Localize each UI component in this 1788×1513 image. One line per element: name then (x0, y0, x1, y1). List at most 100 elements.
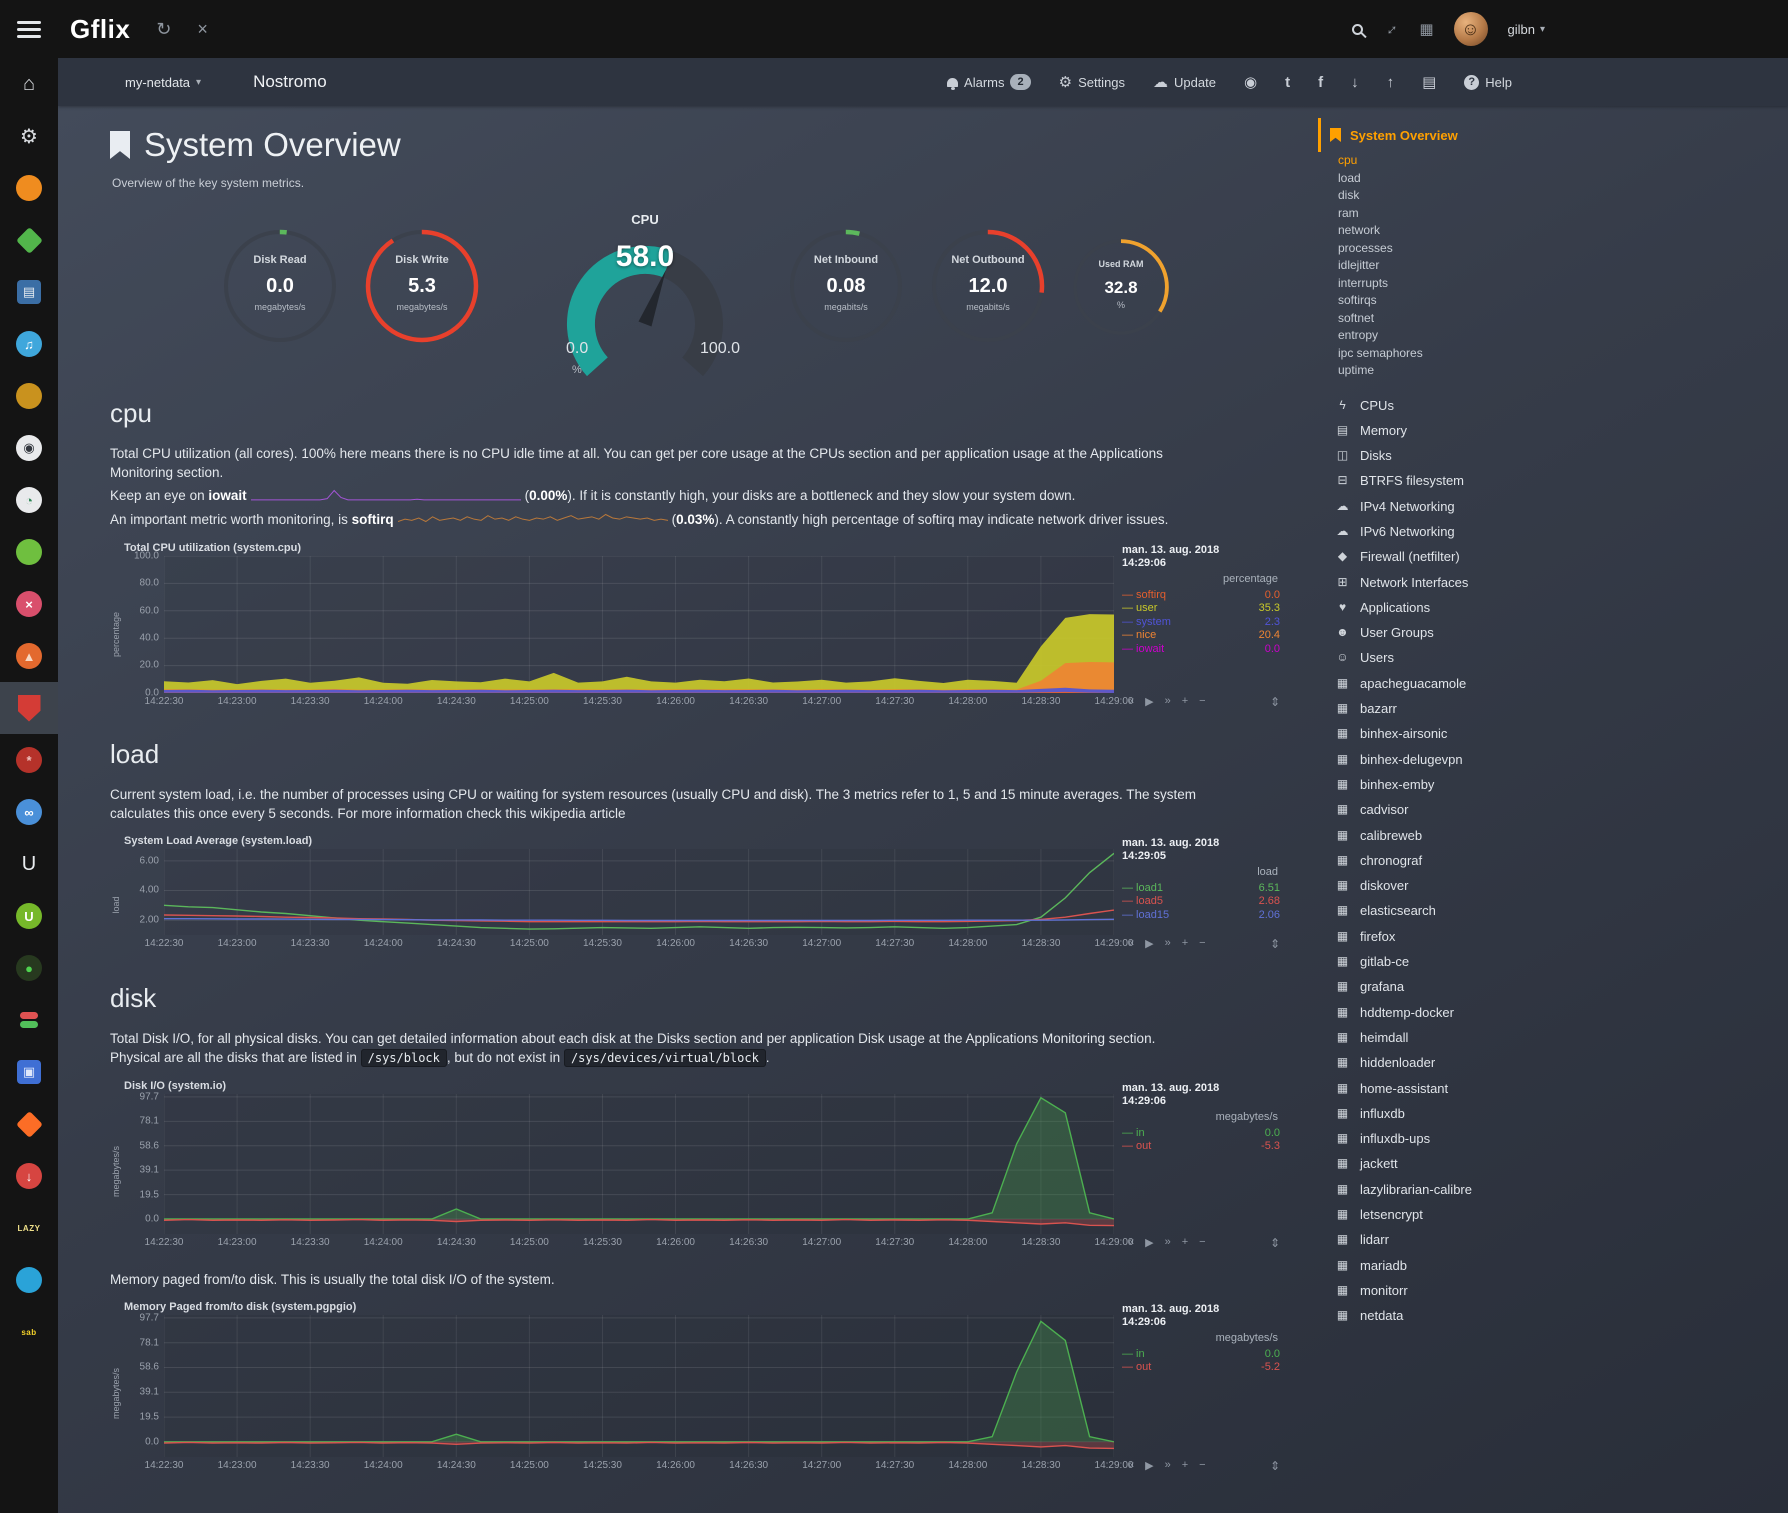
menu-app-gitlab-ce[interactable]: ▦gitlab-ce (1334, 949, 1788, 974)
menu-section-firewall-netfilter-[interactable]: ◆Firewall (netfilter) (1334, 544, 1788, 569)
disk-chart-plot[interactable]: 14:22:3014:23:0014:23:3014:24:0014:24:30… (164, 1094, 1114, 1250)
gauge-disk-write[interactable]: Disk Write5.3megabytes/s (362, 226, 482, 346)
app-pills-icon[interactable] (0, 994, 58, 1046)
twitter-button[interactable]: t (1285, 74, 1290, 91)
app-dark-green-icon[interactable]: ● (0, 942, 58, 994)
chart-resize-handle[interactable]: ⇕ (1270, 695, 1280, 709)
menu-app-influxdb-ups[interactable]: ▦influxdb-ups (1334, 1126, 1788, 1151)
zoom-out-icon[interactable]: − (1199, 695, 1205, 708)
menu-app-monitorr[interactable]: ▦monitorr (1334, 1278, 1788, 1303)
menu-app-elasticsearch[interactable]: ▦elasticsearch (1334, 898, 1788, 923)
zoom-in-icon[interactable]: + (1182, 695, 1188, 708)
app-lazylibrarian-icon[interactable]: LAZY (0, 1202, 58, 1254)
print-button[interactable]: ▤ (1422, 73, 1436, 91)
play-icon[interactable]: ▶ (1145, 1236, 1153, 1249)
play-icon[interactable]: ▶ (1145, 695, 1153, 708)
legend-iowait[interactable]: — iowait0.0 (1122, 643, 1280, 657)
legend-load5[interactable]: — load52.68 (1122, 895, 1280, 909)
refresh-icon[interactable]: ↻ (156, 19, 171, 40)
menu-app-grafana[interactable]: ▦grafana (1334, 974, 1788, 999)
load-chart-plot[interactable]: 14:22:3014:23:0014:23:3014:24:0014:24:30… (164, 849, 1114, 951)
legend-in[interactable]: — in0.0 (1122, 1348, 1280, 1362)
gauge-disk-read[interactable]: Disk Read0.0megabytes/s (220, 226, 340, 346)
export-button[interactable]: ↑ (1387, 74, 1395, 91)
menu-app-binhex-delugevpn[interactable]: ▦binhex-delugevpn (1334, 747, 1788, 772)
menu-app-lazylibrarian-calibre[interactable]: ▦lazylibrarian-calibre (1334, 1177, 1788, 1202)
app-drop-icon[interactable] (0, 1254, 58, 1306)
menu-app-cadvisor[interactable]: ▦cadvisor (1334, 797, 1788, 822)
menu-section-users[interactable]: ☺Users (1334, 645, 1788, 670)
pan-right-icon[interactable]: » (1165, 1236, 1171, 1249)
fullscreen-icon[interactable]: ↔ (1379, 17, 1403, 41)
alarms-button[interactable]: Alarms 2 (947, 74, 1031, 90)
menu-app-hddtemp-docker[interactable]: ▦hddtemp-docker (1334, 1000, 1788, 1025)
menu-app-influxdb[interactable]: ▦influxdb (1334, 1101, 1788, 1126)
menu-item-interrupts[interactable]: interrupts (1334, 275, 1788, 293)
menu-app-hiddenloader[interactable]: ▦hiddenloader (1334, 1050, 1788, 1075)
menu-item-load[interactable]: load (1334, 170, 1788, 188)
settings-button[interactable]: ⚙ Settings (1059, 73, 1125, 91)
zoom-in-icon[interactable]: + (1182, 937, 1188, 950)
menu-item-cpu[interactable]: cpu (1334, 152, 1788, 170)
menu-section-user-groups[interactable]: ☻User Groups (1334, 620, 1788, 645)
menu-app-heimdall[interactable]: ▦heimdall (1334, 1025, 1788, 1050)
pgpgio-chart-plot[interactable]: 14:22:3014:23:0014:23:3014:24:0014:24:30… (164, 1315, 1114, 1473)
menu-item-entropy[interactable]: entropy (1334, 327, 1788, 345)
server-dropdown[interactable]: my-netdata ▾ (125, 75, 201, 90)
apps-grid-icon[interactable]: ▦ (1419, 20, 1433, 38)
menu-item-ipc-semaphores[interactable]: ipc semaphores (1334, 345, 1788, 363)
menu-item-network[interactable]: network (1334, 222, 1788, 240)
pan-left-icon[interactable]: « (1128, 937, 1134, 950)
app-flower-app-icon[interactable]: * (0, 734, 58, 786)
gauge-cpu[interactable]: CPU58.00.0100.0% (540, 214, 750, 372)
menu-app-mariadb[interactable]: ▦mariadb (1334, 1253, 1788, 1278)
legend-user[interactable]: — user35.3 (1122, 602, 1280, 616)
menu-item-disk[interactable]: disk (1334, 187, 1788, 205)
user-menu[interactable]: gilbn ▾ (1508, 22, 1546, 37)
pan-left-icon[interactable]: « (1128, 1459, 1134, 1472)
facebook-button[interactable]: f (1318, 74, 1323, 91)
menu-app-binhex-airsonic[interactable]: ▦binhex-airsonic (1334, 721, 1788, 746)
play-icon[interactable]: ▶ (1145, 1459, 1153, 1472)
close-icon[interactable]: × (197, 19, 208, 40)
menu-item-softirqs[interactable]: softirqs (1334, 292, 1788, 310)
menu-item-idlejitter[interactable]: idlejitter (1334, 257, 1788, 275)
settings-gear-icon[interactable]: ⚙ (0, 110, 58, 162)
menu-section-network-interfaces[interactable]: ⊞Network Interfaces (1334, 570, 1788, 595)
legend-out[interactable]: — out-5.2 (1122, 1361, 1280, 1375)
menu-app-home-assistant[interactable]: ▦home-assistant (1334, 1076, 1788, 1101)
search-icon[interactable] (1352, 24, 1363, 35)
app-downloader-icon[interactable]: ↓ (0, 1150, 58, 1202)
menu-app-bazarr[interactable]: ▦bazarr (1334, 696, 1788, 721)
legend-nice[interactable]: — nice20.4 (1122, 629, 1280, 643)
app-gitlab-icon[interactable] (0, 1098, 58, 1150)
app-flame-app-icon[interactable]: ▲ (0, 630, 58, 682)
menu-section-memory[interactable]: ▤Memory (1334, 418, 1788, 443)
menu-section-disks[interactable]: ◫Disks (1334, 443, 1788, 468)
legend-in[interactable]: — in0.0 (1122, 1127, 1280, 1141)
menu-section-btrfs-filesystem[interactable]: ⊟BTRFS filesystem (1334, 468, 1788, 493)
menu-app-firefox[interactable]: ▦firefox (1334, 924, 1788, 949)
legend-out[interactable]: — out-5.3 (1122, 1140, 1280, 1154)
menu-app-netdata[interactable]: ▦netdata (1334, 1303, 1788, 1328)
menu-app-letsencrypt[interactable]: ▦letsencrypt (1334, 1202, 1788, 1227)
menu-app-lidarr[interactable]: ▦lidarr (1334, 1227, 1788, 1252)
menu-hamburger-icon[interactable] (0, 0, 58, 58)
zoom-in-icon[interactable]: + (1182, 1236, 1188, 1249)
menu-app-binhex-emby[interactable]: ▦binhex-emby (1334, 772, 1788, 797)
avatar[interactable]: ☺ (1454, 12, 1488, 46)
pan-right-icon[interactable]: » (1165, 937, 1171, 950)
app-blue-window-icon[interactable]: ▣ (0, 1046, 58, 1098)
gauge-net-inbound[interactable]: Net Inbound0.08megabits/s (786, 226, 906, 346)
menu-item-processes[interactable]: processes (1334, 240, 1788, 258)
app-organizr-icon[interactable] (0, 162, 58, 214)
app-pink-app-icon[interactable]: × (0, 578, 58, 630)
home-icon[interactable]: ⌂ (0, 58, 58, 110)
chart-resize-handle[interactable]: ⇕ (1270, 1459, 1280, 1473)
menu-system-overview[interactable]: System Overview (1318, 118, 1788, 152)
app-lidarr-icon[interactable]: ◔ (0, 474, 58, 526)
app-netdata-icon[interactable] (0, 682, 58, 734)
legend-load15[interactable]: — load152.06 (1122, 909, 1280, 923)
update-button[interactable]: ☁ Update (1153, 73, 1216, 91)
github-button[interactable]: ◉ (1244, 73, 1257, 91)
